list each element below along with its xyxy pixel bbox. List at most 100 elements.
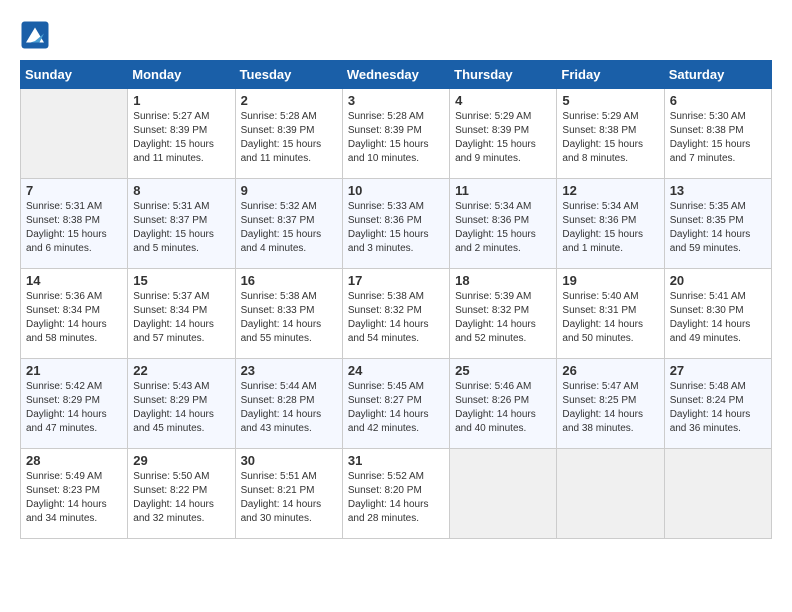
day-info: Sunrise: 5:36 AM Sunset: 8:34 PM Dayligh… bbox=[26, 290, 122, 346]
day-number: 7 bbox=[26, 183, 122, 198]
calendar-cell: 26Sunrise: 5:47 AM Sunset: 8:25 PM Dayli… bbox=[557, 359, 664, 449]
day-number: 26 bbox=[562, 363, 658, 378]
calendar-week-row: 1 Sunrise: 5:27 AM Sunset: 8:39 PM Daylig… bbox=[21, 89, 772, 179]
calendar-week-row: 21 Sunrise: 5:42 AM Sunset: 8:29 PM Dayli… bbox=[21, 359, 772, 449]
day-number: 4 bbox=[455, 93, 551, 108]
day-info: Sunrise: 5:49 AM Sunset: 8:23 PM Dayligh… bbox=[26, 470, 122, 526]
day-info: Sunrise: 5:50 AM Sunset: 8:22 PM Dayligh… bbox=[133, 470, 229, 526]
day-of-week-header: Thursday bbox=[450, 61, 557, 89]
day-number: 9 bbox=[241, 183, 337, 198]
day-info: Sunrise: 5:28 AM Sunset: 8:39 PM Dayligh… bbox=[241, 110, 337, 166]
day-number: 16 bbox=[241, 273, 337, 288]
day-info: Sunrise: 5:32 AM Sunset: 8:37 PM Dayligh… bbox=[241, 200, 337, 256]
calendar-cell: 15Sunrise: 5:37 AM Sunset: 8:34 PM Dayli… bbox=[128, 269, 235, 359]
day-number: 28 bbox=[26, 453, 122, 468]
calendar-cell bbox=[557, 449, 664, 539]
calendar-cell: 5Sunrise: 5:29 AM Sunset: 8:38 PM Daylig… bbox=[557, 89, 664, 179]
day-number: 23 bbox=[241, 363, 337, 378]
day-info: Sunrise: 5:46 AM Sunset: 8:26 PM Dayligh… bbox=[455, 380, 551, 436]
calendar-cell: 3 Sunrise: 5:28 AM Sunset: 8:39 PM Daylig… bbox=[342, 89, 449, 179]
logo bbox=[20, 20, 54, 50]
day-info: Sunrise: 5:39 AM Sunset: 8:32 PM Dayligh… bbox=[455, 290, 551, 346]
day-number: 11 bbox=[455, 183, 551, 198]
calendar-cell: 27Sunrise: 5:48 AM Sunset: 8:24 PM Dayli… bbox=[664, 359, 771, 449]
calendar-cell: 22 Sunrise: 5:43 AM Sunset: 8:29 PM Dayli… bbox=[128, 359, 235, 449]
day-number: 2 bbox=[241, 93, 337, 108]
day-number: 21 bbox=[26, 363, 122, 378]
day-info: Sunrise: 5:33 AM Sunset: 8:36 PM Dayligh… bbox=[348, 200, 444, 256]
calendar-cell: 25Sunrise: 5:46 AM Sunset: 8:26 PM Dayli… bbox=[450, 359, 557, 449]
day-info: Sunrise: 5:29 AM Sunset: 8:39 PM Dayligh… bbox=[455, 110, 551, 166]
day-number: 8 bbox=[133, 183, 229, 198]
day-info: Sunrise: 5:35 AM Sunset: 8:35 PM Dayligh… bbox=[670, 200, 766, 256]
calendar-cell: 21 Sunrise: 5:42 AM Sunset: 8:29 PM Dayli… bbox=[21, 359, 128, 449]
calendar-cell: 29Sunrise: 5:50 AM Sunset: 8:22 PM Dayli… bbox=[128, 449, 235, 539]
day-info: Sunrise: 5:52 AM Sunset: 8:20 PM Dayligh… bbox=[348, 470, 444, 526]
calendar-cell: 17Sunrise: 5:38 AM Sunset: 8:32 PM Dayli… bbox=[342, 269, 449, 359]
day-info: Sunrise: 5:31 AM Sunset: 8:38 PM Dayligh… bbox=[26, 200, 122, 256]
day-info: Sunrise: 5:31 AM Sunset: 8:37 PM Dayligh… bbox=[133, 200, 229, 256]
calendar-cell: 18 Sunrise: 5:39 AM Sunset: 8:32 PM Dayli… bbox=[450, 269, 557, 359]
calendar-cell: 1 Sunrise: 5:27 AM Sunset: 8:39 PM Daylig… bbox=[128, 89, 235, 179]
day-number: 13 bbox=[670, 183, 766, 198]
day-of-week-header: Sunday bbox=[21, 61, 128, 89]
page-header bbox=[20, 20, 772, 50]
calendar-cell: 24 Sunrise: 5:45 AM Sunset: 8:27 PM Dayli… bbox=[342, 359, 449, 449]
calendar-week-row: 7 Sunrise: 5:31 AM Sunset: 8:38 PM Daylig… bbox=[21, 179, 772, 269]
calendar-week-row: 28 Sunrise: 5:49 AM Sunset: 8:23 PM Dayli… bbox=[21, 449, 772, 539]
calendar-week-row: 14 Sunrise: 5:36 AM Sunset: 8:34 PM Dayli… bbox=[21, 269, 772, 359]
calendar-cell: 16 Sunrise: 5:38 AM Sunset: 8:33 PM Dayli… bbox=[235, 269, 342, 359]
calendar-cell: 14 Sunrise: 5:36 AM Sunset: 8:34 PM Dayli… bbox=[21, 269, 128, 359]
day-info: Sunrise: 5:40 AM Sunset: 8:31 PM Dayligh… bbox=[562, 290, 658, 346]
day-info: Sunrise: 5:44 AM Sunset: 8:28 PM Dayligh… bbox=[241, 380, 337, 436]
day-info: Sunrise: 5:30 AM Sunset: 8:38 PM Dayligh… bbox=[670, 110, 766, 166]
calendar-cell: 23 Sunrise: 5:44 AM Sunset: 8:28 PM Dayli… bbox=[235, 359, 342, 449]
day-info: Sunrise: 5:45 AM Sunset: 8:27 PM Dayligh… bbox=[348, 380, 444, 436]
day-info: Sunrise: 5:41 AM Sunset: 8:30 PM Dayligh… bbox=[670, 290, 766, 346]
day-number: 17 bbox=[348, 273, 444, 288]
calendar-cell bbox=[21, 89, 128, 179]
calendar-header-row: SundayMondayTuesdayWednesdayThursdayFrid… bbox=[21, 61, 772, 89]
day-of-week-header: Friday bbox=[557, 61, 664, 89]
day-of-week-header: Wednesday bbox=[342, 61, 449, 89]
calendar-cell: 12 Sunrise: 5:34 AM Sunset: 8:36 PM Dayli… bbox=[557, 179, 664, 269]
calendar-cell: 7 Sunrise: 5:31 AM Sunset: 8:38 PM Daylig… bbox=[21, 179, 128, 269]
day-info: Sunrise: 5:42 AM Sunset: 8:29 PM Dayligh… bbox=[26, 380, 122, 436]
calendar-cell: 19 Sunrise: 5:40 AM Sunset: 8:31 PM Dayli… bbox=[557, 269, 664, 359]
day-of-week-header: Tuesday bbox=[235, 61, 342, 89]
day-number: 1 bbox=[133, 93, 229, 108]
day-number: 15 bbox=[133, 273, 229, 288]
calendar-table: SundayMondayTuesdayWednesdayThursdayFrid… bbox=[20, 60, 772, 539]
day-info: Sunrise: 5:28 AM Sunset: 8:39 PM Dayligh… bbox=[348, 110, 444, 166]
calendar-cell: 9 Sunrise: 5:32 AM Sunset: 8:37 PM Daylig… bbox=[235, 179, 342, 269]
calendar-cell: 4 Sunrise: 5:29 AM Sunset: 8:39 PM Daylig… bbox=[450, 89, 557, 179]
day-info: Sunrise: 5:51 AM Sunset: 8:21 PM Dayligh… bbox=[241, 470, 337, 526]
day-number: 12 bbox=[562, 183, 658, 198]
calendar-cell bbox=[450, 449, 557, 539]
day-number: 19 bbox=[562, 273, 658, 288]
day-number: 10 bbox=[348, 183, 444, 198]
calendar-cell bbox=[664, 449, 771, 539]
day-number: 18 bbox=[455, 273, 551, 288]
calendar-cell: 31 Sunrise: 5:52 AM Sunset: 8:20 PM Dayli… bbox=[342, 449, 449, 539]
day-info: Sunrise: 5:48 AM Sunset: 8:24 PM Dayligh… bbox=[670, 380, 766, 436]
day-number: 24 bbox=[348, 363, 444, 378]
day-number: 31 bbox=[348, 453, 444, 468]
calendar-cell: 30Sunrise: 5:51 AM Sunset: 8:21 PM Dayli… bbox=[235, 449, 342, 539]
calendar-cell: 10 Sunrise: 5:33 AM Sunset: 8:36 PM Dayli… bbox=[342, 179, 449, 269]
day-info: Sunrise: 5:34 AM Sunset: 8:36 PM Dayligh… bbox=[455, 200, 551, 256]
calendar-cell: 8 Sunrise: 5:31 AM Sunset: 8:37 PM Daylig… bbox=[128, 179, 235, 269]
day-info: Sunrise: 5:34 AM Sunset: 8:36 PM Dayligh… bbox=[562, 200, 658, 256]
day-of-week-header: Monday bbox=[128, 61, 235, 89]
day-number: 6 bbox=[670, 93, 766, 108]
calendar-cell: 28 Sunrise: 5:49 AM Sunset: 8:23 PM Dayli… bbox=[21, 449, 128, 539]
day-info: Sunrise: 5:27 AM Sunset: 8:39 PM Dayligh… bbox=[133, 110, 229, 166]
day-number: 14 bbox=[26, 273, 122, 288]
day-info: Sunrise: 5:43 AM Sunset: 8:29 PM Dayligh… bbox=[133, 380, 229, 436]
logo-icon bbox=[20, 20, 50, 50]
day-info: Sunrise: 5:38 AM Sunset: 8:33 PM Dayligh… bbox=[241, 290, 337, 346]
day-number: 22 bbox=[133, 363, 229, 378]
day-number: 20 bbox=[670, 273, 766, 288]
day-info: Sunrise: 5:29 AM Sunset: 8:38 PM Dayligh… bbox=[562, 110, 658, 166]
day-number: 3 bbox=[348, 93, 444, 108]
